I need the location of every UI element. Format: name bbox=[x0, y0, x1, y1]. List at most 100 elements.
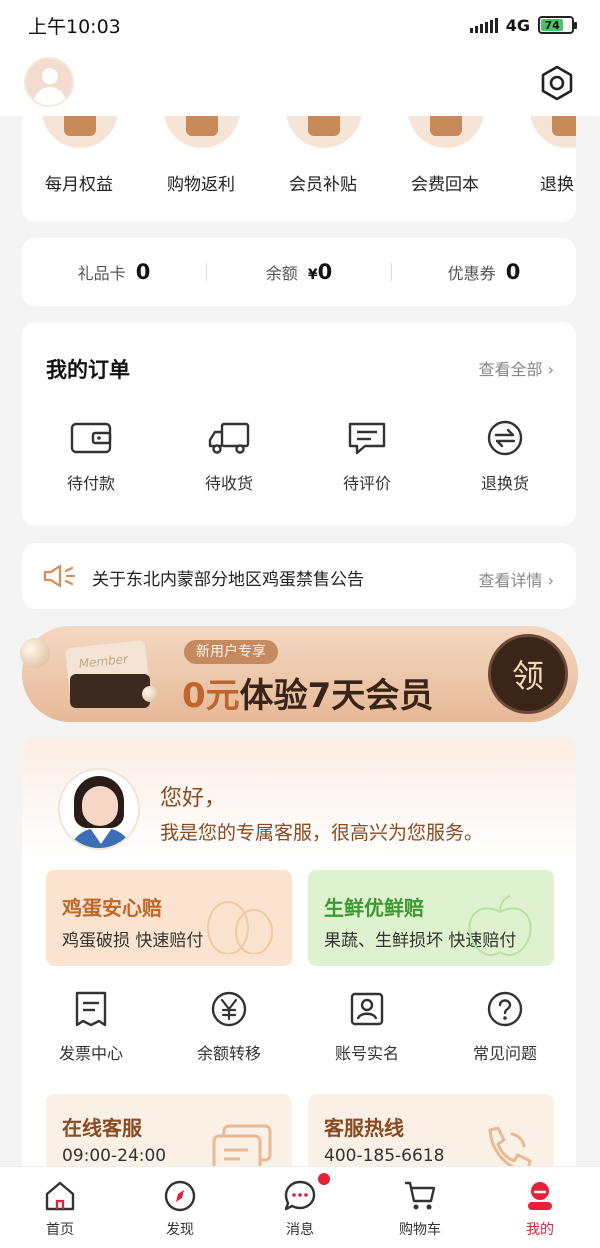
egg-icon bbox=[207, 901, 273, 954]
status-indicators: 4G 74 bbox=[469, 16, 577, 35]
member-benefits: 每月权益 购物返利 会员补贴 会费回本 退换 bbox=[22, 116, 576, 222]
status-time: 上午10:03 bbox=[28, 15, 121, 38]
profile-icon bbox=[528, 1182, 552, 1210]
battery-level: 74 bbox=[544, 18, 560, 32]
wallet-illustration bbox=[70, 674, 150, 708]
settings-icon[interactable] bbox=[538, 64, 576, 102]
guarantee-title: 生鲜优鲜赔 bbox=[324, 896, 424, 920]
order-pending-review[interactable]: 待评价 bbox=[298, 420, 436, 494]
member-card-text: Member bbox=[78, 651, 129, 671]
order-item-label: 退换货 bbox=[480, 474, 529, 493]
tool-label: 余额转移 bbox=[196, 1044, 261, 1063]
order-item-label: 待付款 bbox=[66, 474, 115, 493]
currency-symbol: ¥ bbox=[307, 267, 318, 283]
orders-title: 我的订单 bbox=[46, 358, 130, 382]
nav-label: 购物车 bbox=[399, 1222, 441, 1238]
view-all-orders-link[interactable]: 查看全部 › bbox=[479, 356, 555, 380]
my-orders-card: 我的订单 查看全部 › 待付款 待收货 待评价 退换货 bbox=[22, 322, 576, 526]
wallet-icon bbox=[70, 422, 112, 454]
fresh-guarantee-card[interactable]: 生鲜优鲜赔 果蔬、生鲜损坏 快速赔付 bbox=[308, 870, 554, 966]
benefit-icon bbox=[164, 116, 240, 148]
nav-label: 首页 bbox=[46, 1222, 74, 1238]
contact-hours: 09:00-24:00 bbox=[62, 1146, 167, 1166]
question-icon bbox=[487, 991, 523, 1027]
service-agent-avatar bbox=[58, 768, 140, 850]
order-item-label: 待收货 bbox=[204, 474, 253, 493]
egg-guarantee-card[interactable]: 鸡蛋安心赔 鸡蛋破损 快速赔付 bbox=[46, 870, 292, 966]
status-bar: 上午10:03 4G 74 bbox=[0, 0, 600, 50]
announcement-bar[interactable]: 关于东北内蒙部分地区鸡蛋禁售公告 查看详情 › bbox=[22, 543, 576, 609]
order-item-label: 待评价 bbox=[342, 474, 391, 493]
service-intro: 我是您的专属客服，很高兴为您服务。 bbox=[160, 822, 484, 844]
contact-title: 客服热线 bbox=[324, 1116, 404, 1140]
benefit-icon bbox=[286, 116, 362, 148]
announcement-details-link[interactable]: 查看详情 › bbox=[479, 567, 555, 591]
new-user-tag: 新用户专享 bbox=[184, 640, 278, 664]
benefit-icon bbox=[42, 116, 118, 148]
nav-label: 发现 bbox=[166, 1222, 194, 1238]
unread-badge bbox=[318, 1173, 330, 1185]
benefit-label: 会员补贴 bbox=[289, 175, 357, 195]
balance-entry[interactable]: 余额 ¥0 bbox=[207, 260, 391, 284]
service-greeting: 您好， bbox=[160, 786, 227, 811]
benefit-exchange[interactable]: 退换 bbox=[512, 116, 576, 222]
order-pending-payment[interactable]: 待付款 bbox=[22, 420, 160, 494]
invoice-center[interactable]: 发票中心 bbox=[22, 990, 160, 1064]
benefit-fee-return[interactable]: 会费回本 bbox=[390, 116, 500, 222]
nav-label: 我的 bbox=[526, 1222, 554, 1238]
benefit-label: 购物返利 bbox=[167, 175, 235, 195]
battery-icon: 74 bbox=[538, 16, 577, 34]
guarantee-title: 鸡蛋安心赔 bbox=[62, 896, 162, 920]
benefit-icon bbox=[408, 116, 484, 148]
member-trial-banner[interactable]: Member 新用户专享 0元体验7天会员 领 bbox=[20, 626, 578, 722]
benefit-icon bbox=[530, 116, 576, 148]
apple-icon bbox=[468, 895, 532, 957]
home-icon bbox=[45, 1181, 75, 1211]
announcement-text: 关于东北内蒙部分地区鸡蛋禁售公告 bbox=[92, 570, 364, 590]
nav-label: 消息 bbox=[286, 1222, 314, 1238]
comment-icon bbox=[348, 422, 386, 455]
pearl-decoration bbox=[20, 638, 50, 668]
balance-label: 余额 bbox=[265, 264, 298, 283]
yen-icon bbox=[211, 991, 247, 1027]
guarantee-subtitle: 鸡蛋破损 快速赔付 bbox=[62, 931, 204, 951]
claim-button[interactable]: 领 bbox=[488, 634, 568, 714]
profile-header bbox=[0, 50, 600, 116]
avatar[interactable] bbox=[24, 57, 74, 107]
invoice-icon bbox=[75, 991, 107, 1027]
account-verification[interactable]: 账号实名 bbox=[298, 990, 436, 1064]
truck-icon bbox=[208, 422, 250, 454]
trial-price: 0元 bbox=[182, 676, 240, 716]
trial-text: 体验7天会员 bbox=[239, 676, 434, 716]
benefit-rebate[interactable]: 购物返利 bbox=[146, 116, 256, 222]
nav-discover[interactable]: 发现 bbox=[120, 1179, 240, 1239]
benefit-subsidy[interactable]: 会员补贴 bbox=[268, 116, 378, 222]
nav-home[interactable]: 首页 bbox=[0, 1179, 120, 1239]
benefit-monthly[interactable]: 每月权益 bbox=[24, 116, 134, 222]
nav-mine[interactable]: 我的 bbox=[480, 1179, 600, 1239]
bottom-navigation: 首页 发现 消息 购物车 我的 bbox=[0, 1166, 600, 1248]
coupon-entry[interactable]: 优惠券 0 bbox=[392, 260, 576, 284]
coupon-value: 0 bbox=[505, 260, 521, 284]
id-card-icon bbox=[350, 992, 384, 1026]
balance-value: 0 bbox=[317, 260, 333, 284]
gift-card-label: 礼品卡 bbox=[77, 264, 126, 283]
faq[interactable]: 常见问题 bbox=[436, 990, 574, 1064]
hotline-number: 400-185-6618 bbox=[324, 1146, 445, 1166]
tool-label: 账号实名 bbox=[334, 1044, 399, 1063]
pearl-decoration bbox=[142, 686, 158, 702]
gift-card-value: 0 bbox=[135, 260, 151, 284]
gift-card-entry[interactable]: 礼品卡 0 bbox=[22, 260, 206, 284]
order-returns[interactable]: 退换货 bbox=[436, 420, 574, 494]
nav-cart[interactable]: 购物车 bbox=[360, 1179, 480, 1239]
balance-transfer[interactable]: 余额转移 bbox=[160, 990, 298, 1064]
nav-messages[interactable]: 消息 bbox=[240, 1179, 360, 1239]
speaker-icon bbox=[43, 564, 76, 588]
compass-icon bbox=[164, 1180, 196, 1212]
signal-icon bbox=[469, 17, 498, 33]
contact-title: 在线客服 bbox=[62, 1116, 142, 1140]
message-icon bbox=[284, 1180, 316, 1211]
benefit-label: 退换 bbox=[540, 175, 574, 195]
order-pending-receipt[interactable]: 待收货 bbox=[160, 420, 298, 494]
cart-icon bbox=[405, 1181, 436, 1210]
